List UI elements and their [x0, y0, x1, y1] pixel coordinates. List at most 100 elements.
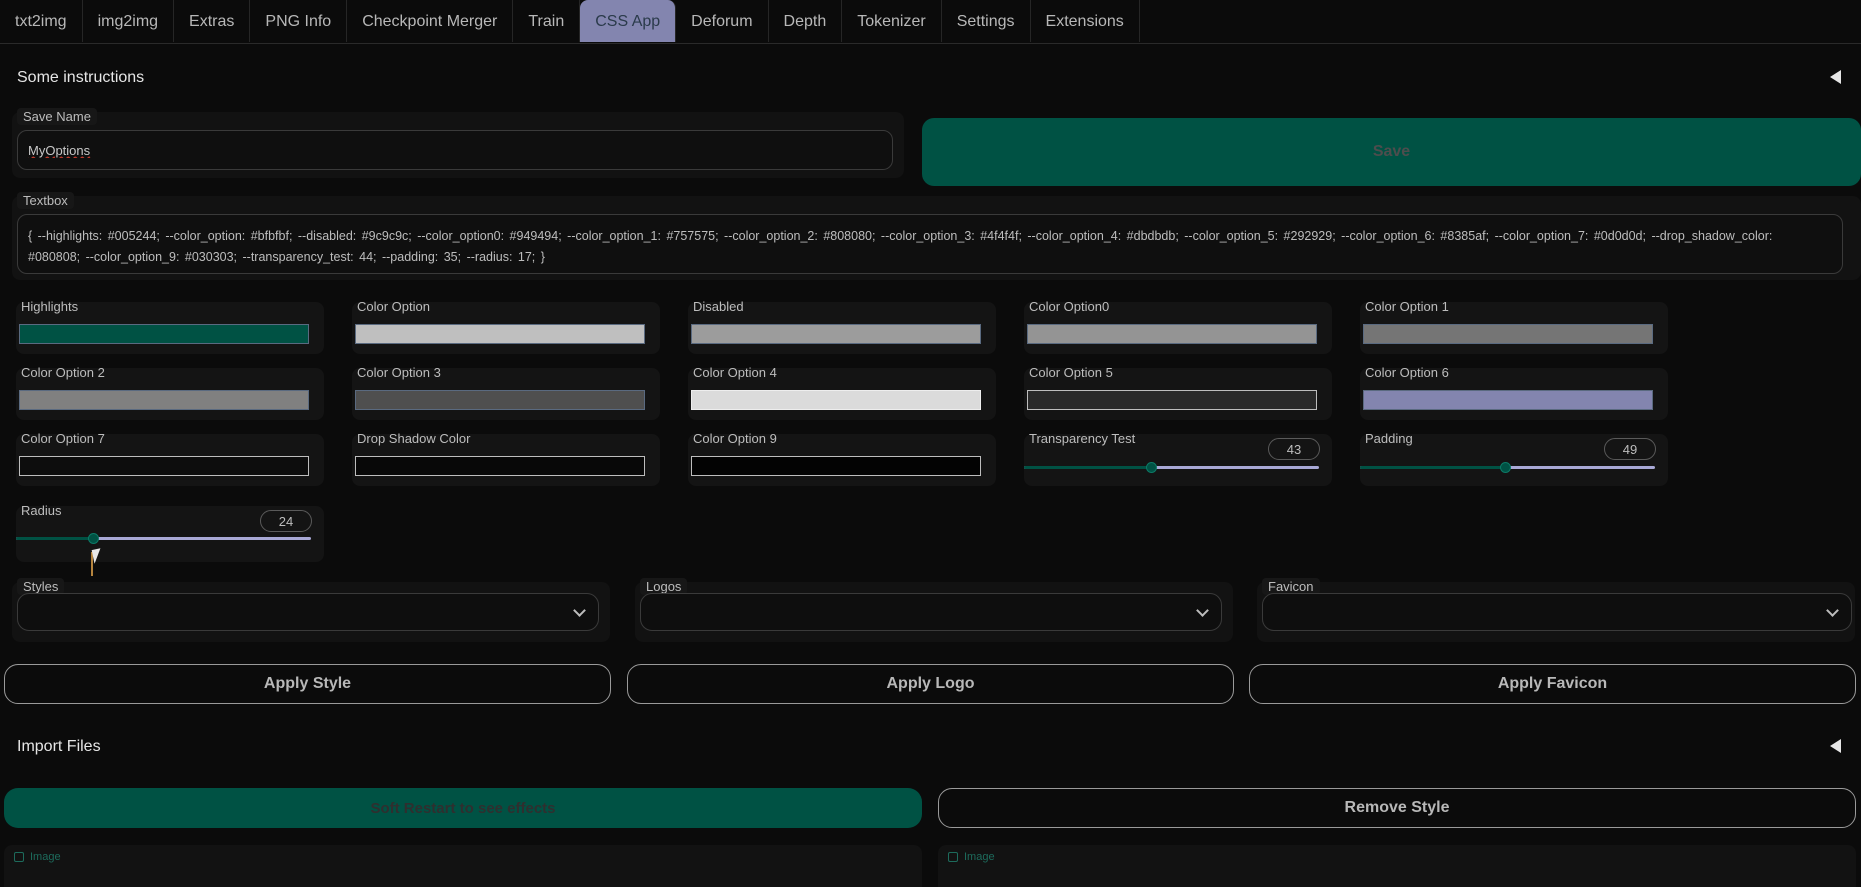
color-picker-color-option-1: Color Option 1: [1360, 299, 1668, 354]
image-label-text: Image: [30, 851, 61, 863]
slider-label: Radius: [21, 503, 62, 518]
color-swatch[interactable]: [355, 324, 645, 344]
image-upload-panel[interactable]: Image: [938, 845, 1856, 887]
chevron-down-icon: [1826, 604, 1839, 617]
transparency-test-slider: Transparency Test 43: [1024, 431, 1332, 486]
image-label-text: Image: [964, 851, 995, 863]
swatch-label: Color Option0: [1029, 299, 1110, 314]
tab-extensions[interactable]: Extensions: [1031, 0, 1140, 42]
textbox-label: Textbox: [17, 192, 74, 209]
color-picker-color-option-5: Color Option 5: [1024, 365, 1332, 420]
slider-number-input[interactable]: 24: [260, 510, 312, 532]
color-swatch[interactable]: [19, 456, 309, 476]
image-icon: [14, 852, 24, 862]
apply-style-button[interactable]: Apply Style: [4, 664, 611, 704]
swatch-label: Highlights: [21, 299, 79, 314]
color-swatch[interactable]: [1027, 324, 1317, 344]
color-picker-highlights: Highlights: [16, 299, 324, 354]
swatch-label: Color Option 2: [21, 365, 105, 380]
color-swatch[interactable]: [1363, 324, 1653, 344]
slider-number-input[interactable]: 43: [1268, 438, 1320, 460]
image-icon: [948, 852, 958, 862]
slider-label: Padding: [1365, 431, 1413, 446]
css-textbox[interactable]: { --highlights: #005244; --color_option:…: [17, 214, 1843, 274]
textbox-panel: Textbox { --highlights: #005244; --color…: [12, 192, 1861, 280]
tab-deforum[interactable]: Deforum: [676, 0, 769, 42]
tab-img2img[interactable]: img2img: [83, 0, 175, 42]
color-picker-color-option-4: Color Option 4: [688, 365, 996, 420]
tab-checkpoint-merger[interactable]: Checkpoint Merger: [347, 0, 514, 42]
swatch-label: Color Option 5: [1029, 365, 1113, 380]
tab-depth[interactable]: Depth: [769, 0, 843, 42]
swatch-label: Color Option 6: [1365, 365, 1449, 380]
apply-favicon-button[interactable]: Apply Favicon: [1249, 664, 1856, 704]
remove-style-button[interactable]: Remove Style: [938, 788, 1856, 828]
slider-thumb[interactable]: [87, 533, 99, 544]
swatch-label: Color Option 1: [1365, 299, 1449, 314]
color-picker-drop-shadow-color: Drop Shadow Color: [352, 431, 660, 486]
image-upload-panel[interactable]: Image: [4, 845, 922, 887]
tab-tokenizer[interactable]: Tokenizer: [842, 0, 942, 42]
swatch-label: Drop Shadow Color: [357, 431, 471, 446]
color-swatch[interactable]: [691, 390, 981, 410]
color-picker-color-option-6: Color Option 6: [1360, 365, 1668, 420]
save-name-panel: Save Name: [12, 108, 904, 178]
slider-fill: [1360, 466, 1505, 469]
favicon-dropdown-panel: Favicon: [1257, 578, 1855, 642]
image-label: Image: [14, 851, 61, 863]
collapse-triangle-icon[interactable]: [1830, 70, 1841, 84]
color-swatch[interactable]: [19, 324, 309, 344]
color-swatch[interactable]: [691, 456, 981, 476]
swatch-label: Color Option 4: [693, 365, 777, 380]
color-picker-color-option-7: Color Option 7: [16, 431, 324, 486]
swatch-label: Color Option 9: [693, 431, 777, 446]
logos-dropdown-panel: Logos: [635, 578, 1233, 642]
tab-extras[interactable]: Extras: [174, 0, 251, 42]
tab-train[interactable]: Train: [513, 0, 581, 42]
apply-logo-button[interactable]: Apply Logo: [627, 664, 1234, 704]
image-label: Image: [948, 851, 995, 863]
slider-label: Transparency Test: [1029, 431, 1136, 446]
slider-number-input[interactable]: 49: [1604, 438, 1656, 460]
import-files-title[interactable]: Import Files: [17, 738, 101, 756]
swatch-label: Color Option: [357, 299, 430, 314]
collapse-triangle-icon[interactable]: [1830, 739, 1841, 753]
soft-restart-button[interactable]: Soft Restart to see effects: [4, 788, 922, 828]
color-picker-color-option-9: Color Option 9: [688, 431, 996, 486]
tab-png-info[interactable]: PNG Info: [250, 0, 348, 42]
logos-dropdown[interactable]: [640, 593, 1222, 631]
slider-fill: [1024, 466, 1151, 469]
chevron-down-icon: [1196, 604, 1209, 617]
swatch-label: Color Option 3: [357, 365, 441, 380]
color-swatch[interactable]: [1027, 390, 1317, 410]
color-picker-color-option-3: Color Option 3: [352, 365, 660, 420]
color-swatch[interactable]: [19, 390, 309, 410]
favicon-dropdown[interactable]: [1262, 593, 1852, 631]
color-picker-color-option-2: Color Option 2: [16, 365, 324, 420]
color-picker-color-option: Color Option: [352, 299, 660, 354]
tab-css-app[interactable]: CSS App: [580, 0, 677, 42]
color-swatch[interactable]: [691, 324, 981, 344]
styles-dropdown-panel: Styles: [12, 578, 610, 642]
save-name-label: Save Name: [17, 108, 97, 125]
swatch-label: Disabled: [693, 299, 744, 314]
styles-dropdown[interactable]: [17, 593, 599, 631]
color-picker-disabled: Disabled: [688, 299, 996, 354]
slider-fill: [16, 537, 93, 540]
slider-thumb[interactable]: [1145, 462, 1157, 473]
css-textbox-value: { --highlights: #005244; --color_option:…: [28, 229, 1773, 264]
tab-bar: txt2img img2img Extras PNG Info Checkpoi…: [0, 0, 1861, 44]
tab-settings[interactable]: Settings: [942, 0, 1031, 42]
color-picker-color-option0: Color Option0: [1024, 299, 1332, 354]
radius-slider: Radius 24: [16, 503, 324, 562]
save-button[interactable]: Save: [922, 118, 1861, 186]
padding-slider: Padding 49: [1360, 431, 1668, 486]
swatch-label: Color Option 7: [21, 431, 105, 446]
save-name-input[interactable]: [17, 130, 893, 170]
instructions-title[interactable]: Some instructions: [17, 69, 144, 87]
tab-txt2img[interactable]: txt2img: [0, 0, 83, 42]
slider-thumb[interactable]: [1499, 462, 1511, 473]
color-swatch[interactable]: [1363, 390, 1653, 410]
color-swatch[interactable]: [355, 456, 645, 476]
color-swatch[interactable]: [355, 390, 645, 410]
